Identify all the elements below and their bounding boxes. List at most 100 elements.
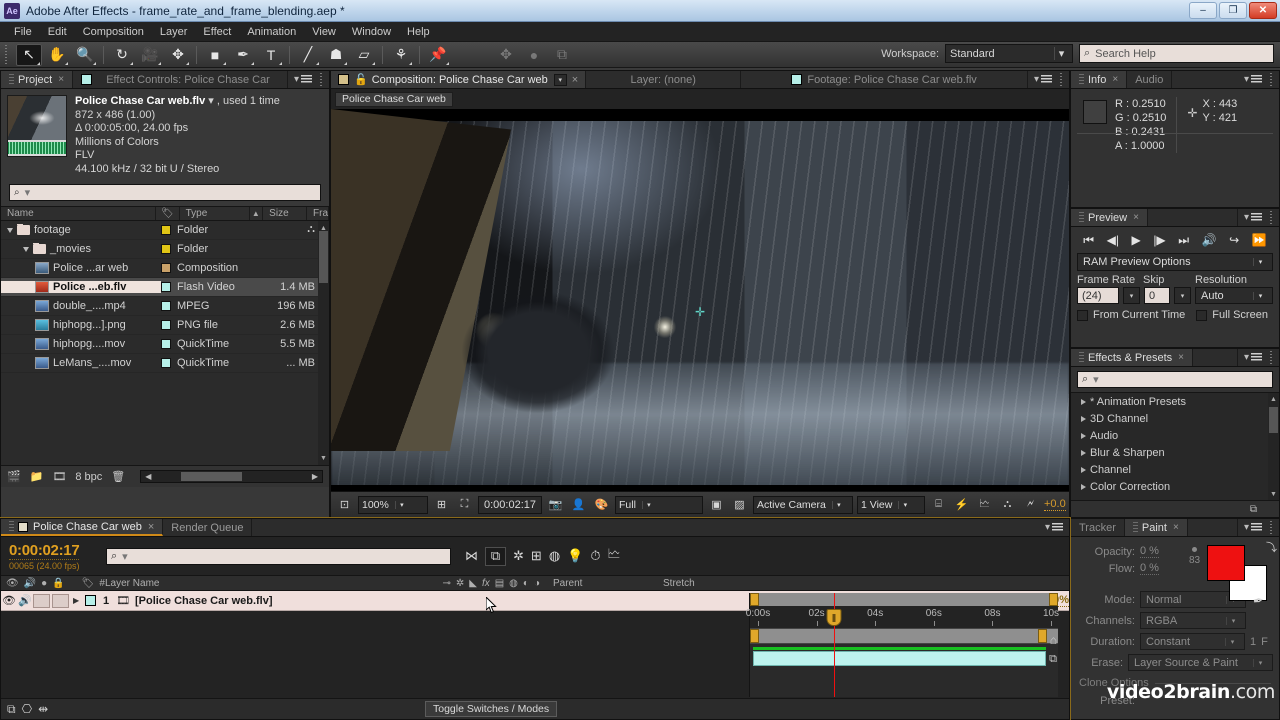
tab-effects-presets[interactable]: Effects & Presets × [1071,349,1193,366]
project-settings-icon[interactable]: 🎞 [52,470,66,483]
timeline-current-time[interactable]: 0:00:02:17 00065 (24.00 fps) [1,542,106,571]
skip-dropdown-icon[interactable]: ▾ [1174,287,1191,304]
toolbar-grip[interactable] [3,45,12,65]
swap-colors-icon[interactable]: ⤵ [1266,539,1277,555]
menu-item-effect[interactable]: Effect [195,24,239,40]
menu-item-animation[interactable]: Animation [239,24,304,40]
effects-category-item[interactable]: 3D Channel [1071,410,1279,427]
scroll-down-icon[interactable]: ▼ [1268,489,1279,499]
label-color-swatch[interactable] [161,282,171,292]
zoom-select[interactable]: 100% ▾ [358,496,428,514]
label-color-swatch[interactable] [161,358,171,368]
effects-icon[interactable]: fx [482,578,490,589]
pan-behind-tool[interactable]: ✥ [165,44,191,66]
shy-icon[interactable]: ⊸ [442,578,450,589]
timeline-ruler[interactable]: 0:00s02s04s06s08s10s [750,606,1058,628]
disclosure-triangle-icon[interactable] [1081,416,1086,422]
video-toggle-icon[interactable]: 👁 [1,594,17,607]
layer-name[interactable]: [Police Chase Car web.flv] [135,595,790,607]
lock-toggle-cell[interactable] [52,594,69,608]
panel-grip[interactable] [1268,211,1277,225]
always-preview-icon[interactable]: ⊡ [335,496,354,514]
erase-select[interactable]: Layer Source & Paint ▾ [1128,654,1273,671]
close-icon[interactable]: × [1178,352,1184,363]
close-icon[interactable]: × [1112,74,1118,85]
brainstorm-icon[interactable]: 💡 [567,548,583,564]
brush-tool[interactable]: ╱ [295,44,321,66]
eraser-tool[interactable]: ▱ [351,44,377,66]
lock-icon[interactable]: 🔓 [354,73,368,86]
menu-item-help[interactable]: Help [399,24,438,40]
breadcrumb-item[interactable]: Police Chase Car web [335,92,453,107]
work-area-top-bar[interactable] [750,593,1058,606]
resolution-select[interactable]: Full ▾ [615,496,703,514]
panel-grip[interactable] [1268,73,1277,87]
new-animation-preset-icon[interactable]: ⧉ [1250,504,1257,515]
project-list-item[interactable]: Police ...eb.flvFlash Video1.4 MB [1,278,329,297]
project-list-item[interactable]: hiphopg....movQuickTime5.5 MB [1,335,329,354]
menu-item-window[interactable]: Window [344,24,399,40]
scroll-down-icon[interactable]: ▼ [318,453,329,463]
delete-icon[interactable]: 🗑 [111,470,125,483]
project-search-input[interactable]: ⌕ ▾ [9,184,321,201]
close-icon[interactable]: × [148,521,154,533]
column-header-type[interactable]: Type [180,207,250,220]
label-color-swatch[interactable] [161,263,171,273]
frame-rate-field[interactable]: (24) [1077,287,1119,304]
tab-preview[interactable]: Preview × [1071,209,1148,226]
info-panel-menu-button[interactable]: ▾ [1238,71,1268,88]
label-color-swatch[interactable] [161,320,171,330]
show-snapshot-icon[interactable]: 👤 [569,496,588,514]
search-help-input[interactable]: ⌕ Search Help [1079,44,1274,63]
tab-render-queue[interactable]: Render Queue [163,519,252,536]
first-frame-button[interactable]: ⏮ [1083,233,1094,248]
label-color-swatch[interactable] [161,301,171,311]
skip-field[interactable]: 0 [1144,287,1170,304]
comp-flowchart-small-icon[interactable]: ⧉ [1049,653,1057,666]
hand-tool[interactable]: ✋ [44,44,70,66]
video-toggle-icon[interactable]: 👁 [6,578,19,589]
project-horizontal-scrollbar[interactable]: ◀ ▶ [140,470,323,483]
audio-toggle-icon[interactable]: 🔊 [17,594,33,607]
comp-marker-icon[interactable]: ⌂ [1050,633,1057,647]
composition-mini-flowchart-icon[interactable]: ⎔ [22,702,32,716]
current-time-indicator-handle[interactable] [827,609,842,626]
camera-tool[interactable]: 🎥 [137,44,163,66]
new-comp-icon[interactable]: 🎬 [7,470,21,483]
foreground-color-swatch[interactable] [1207,545,1245,581]
tab-effect-controls[interactable]: Effect Controls: Police Chase Car [73,71,288,88]
expand-triangle-icon[interactable]: ▶ [73,596,85,605]
audio-toggle-icon[interactable]: 🔊 [24,578,36,589]
work-area-band-start-handle[interactable] [750,629,759,643]
ram-preview-button[interactable]: ⏩ [1252,233,1267,247]
audio-button[interactable]: 🔊 [1202,233,1217,247]
panel-grip[interactable] [318,73,327,87]
adjustment-layer-icon[interactable]: ◐ [523,578,529,589]
panel-grip[interactable] [1268,351,1277,365]
timeline-graph-area[interactable]: 0:00s02s04s06s08s10s ⌂ ⧉ [749,593,1058,697]
effects-category-item[interactable]: Channel [1071,461,1279,478]
channel-rgb-icon[interactable]: 🎨 [592,496,611,514]
zoom-tool[interactable]: 🔍 [72,44,98,66]
transparency-grid-icon[interactable]: ▨ [730,496,749,514]
view-layout-select[interactable]: 1 View ▾ [857,496,925,514]
play-button[interactable]: ▶ [1132,233,1141,247]
label-color-swatch[interactable] [161,339,171,349]
hide-shy-layers-icon[interactable]: ✲ [513,548,524,564]
quality-icon[interactable]: ◣ [469,578,477,589]
scroll-up-icon[interactable]: ▲ [1268,394,1279,404]
auto-keyframe-icon[interactable]: ⏱ [590,548,600,564]
composition-panel-menu-button[interactable]: ▾ [1028,71,1058,88]
bit-depth-label[interactable]: 8 bpc [75,471,102,483]
label-color-swatch[interactable] [161,225,171,235]
disclosure-triangle-icon[interactable] [23,247,29,252]
column-header-frame[interactable]: Fra [307,207,329,220]
disclosure-triangle-icon[interactable] [1081,450,1086,456]
preview-panel-menu-button[interactable]: ▾ [1238,209,1268,226]
close-icon[interactable]: × [1133,212,1139,223]
layer-duration-bar[interactable] [753,651,1046,666]
flow-value[interactable]: 0 % [1140,562,1159,575]
frame-blend-icon[interactable]: ▤ [495,578,504,589]
toggle-switches-modes-button[interactable]: Toggle Switches / Modes [425,701,557,717]
grid-guides-icon[interactable]: ⊞ [432,496,451,514]
